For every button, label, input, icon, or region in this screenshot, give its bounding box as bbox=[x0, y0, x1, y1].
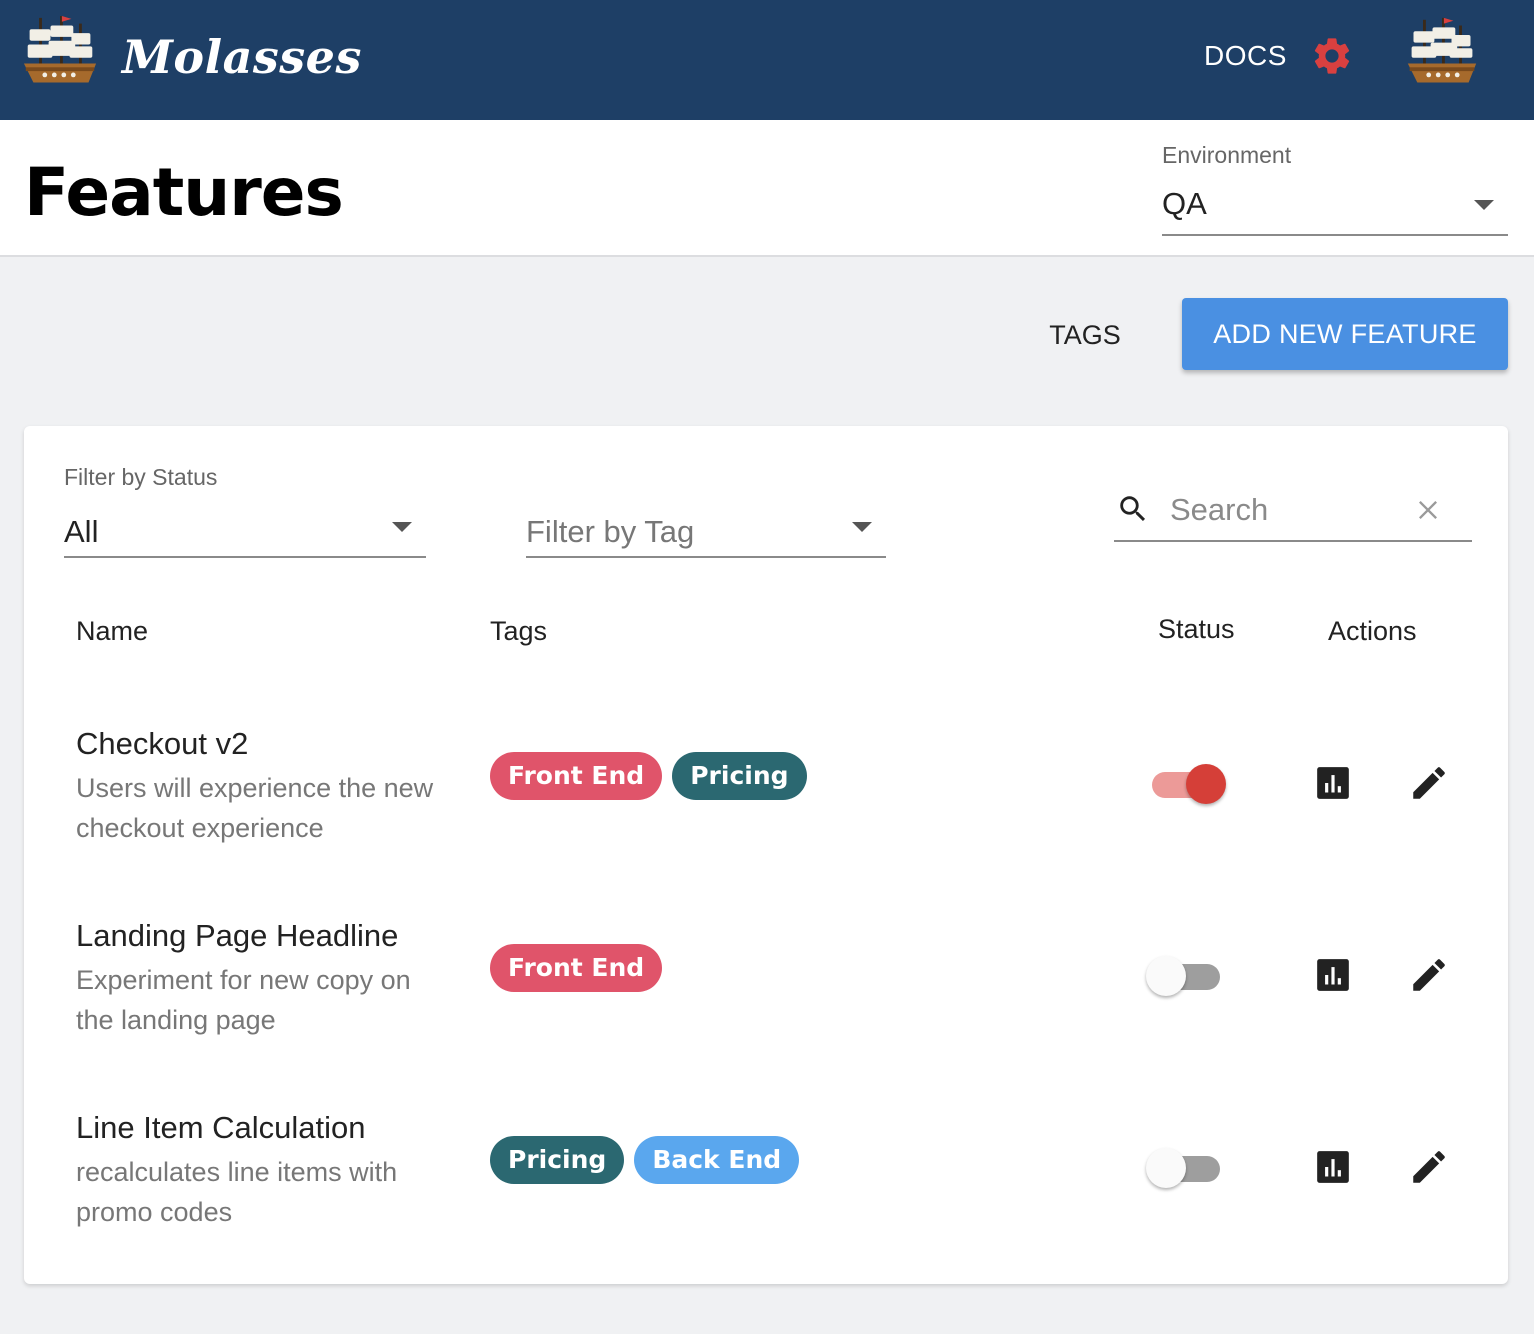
table-row: Checkout v2 Users will experience the ne… bbox=[24, 726, 1508, 918]
page-header: Features Environment QA bbox=[0, 120, 1534, 257]
environment-value: QA bbox=[1162, 186, 1207, 221]
feature-name: Line Item Calculation bbox=[76, 1110, 366, 1145]
environment-label: Environment bbox=[1162, 142, 1292, 168]
docs-link[interactable]: DOCS bbox=[1204, 40, 1287, 72]
column-header-name: Name bbox=[76, 616, 149, 646]
search-field bbox=[1114, 488, 1472, 542]
features-card: Filter by Status All Filter by Tag Name … bbox=[24, 426, 1508, 1284]
tag-filter-placeholder: Filter by Tag bbox=[526, 514, 695, 549]
close-icon[interactable] bbox=[1414, 496, 1442, 524]
chevron-down-icon bbox=[1474, 200, 1494, 210]
edit-icon[interactable] bbox=[1408, 762, 1450, 804]
add-new-feature-button[interactable]: ADD NEW FEATURE bbox=[1182, 298, 1508, 370]
chevron-down-icon bbox=[392, 522, 412, 532]
avatar[interactable] bbox=[1404, 16, 1480, 92]
tags-button[interactable]: TAGS bbox=[1030, 300, 1140, 370]
tag-chip: Front End bbox=[490, 752, 663, 800]
feature-description: Users will experience the new checkout e… bbox=[76, 773, 434, 843]
page-title: Features bbox=[24, 154, 344, 231]
feature-description: recalculates line items with promo codes bbox=[76, 1157, 398, 1227]
bar-chart-icon[interactable] bbox=[1314, 764, 1352, 802]
table-row: Landing Page Headline Experiment for new… bbox=[24, 918, 1508, 1110]
feature-description: Experiment for new copy on the landing p… bbox=[76, 965, 411, 1035]
status-filter-value: All bbox=[64, 514, 99, 549]
bar-chart-icon[interactable] bbox=[1314, 956, 1352, 994]
tag-chip: Pricing bbox=[490, 1136, 625, 1184]
top-navbar: Molasses DOCS bbox=[0, 0, 1534, 120]
ship-icon bbox=[23, 16, 97, 83]
search-input[interactable] bbox=[1170, 490, 1400, 530]
feature-tags: Pricing Back End bbox=[490, 1136, 800, 1184]
tag-chip: Front End bbox=[490, 944, 663, 992]
tag-chip: Back End bbox=[634, 1136, 800, 1184]
feature-name: Landing Page Headline bbox=[76, 918, 399, 953]
tag-chip: Pricing bbox=[672, 752, 807, 800]
status-filter-label: Filter by Status bbox=[64, 464, 218, 490]
status-toggle[interactable] bbox=[1146, 762, 1228, 806]
edit-icon[interactable] bbox=[1408, 1146, 1450, 1188]
column-header-tags: Tags bbox=[490, 616, 548, 646]
table-row: Line Item Calculation recalculates line … bbox=[24, 1110, 1508, 1302]
gear-icon[interactable] bbox=[1310, 34, 1354, 78]
feature-tags: Front End Pricing bbox=[490, 752, 807, 800]
tag-filter-select[interactable]: Filter by Tag bbox=[526, 508, 886, 558]
status-toggle[interactable] bbox=[1146, 1146, 1228, 1190]
feature-name: Checkout v2 bbox=[76, 726, 249, 761]
environment-select[interactable]: QA bbox=[1162, 178, 1508, 236]
feature-tags: Front End bbox=[490, 944, 663, 992]
status-toggle[interactable] bbox=[1146, 954, 1228, 998]
search-icon bbox=[1120, 496, 1146, 522]
bar-chart-icon[interactable] bbox=[1314, 1148, 1352, 1186]
chevron-down-icon bbox=[852, 522, 872, 532]
brand-name: Molasses bbox=[122, 30, 362, 84]
status-filter-select[interactable]: All bbox=[64, 508, 426, 558]
edit-icon[interactable] bbox=[1408, 954, 1450, 996]
column-header-status: Status bbox=[1158, 614, 1235, 644]
column-header-actions: Actions bbox=[1328, 616, 1417, 646]
